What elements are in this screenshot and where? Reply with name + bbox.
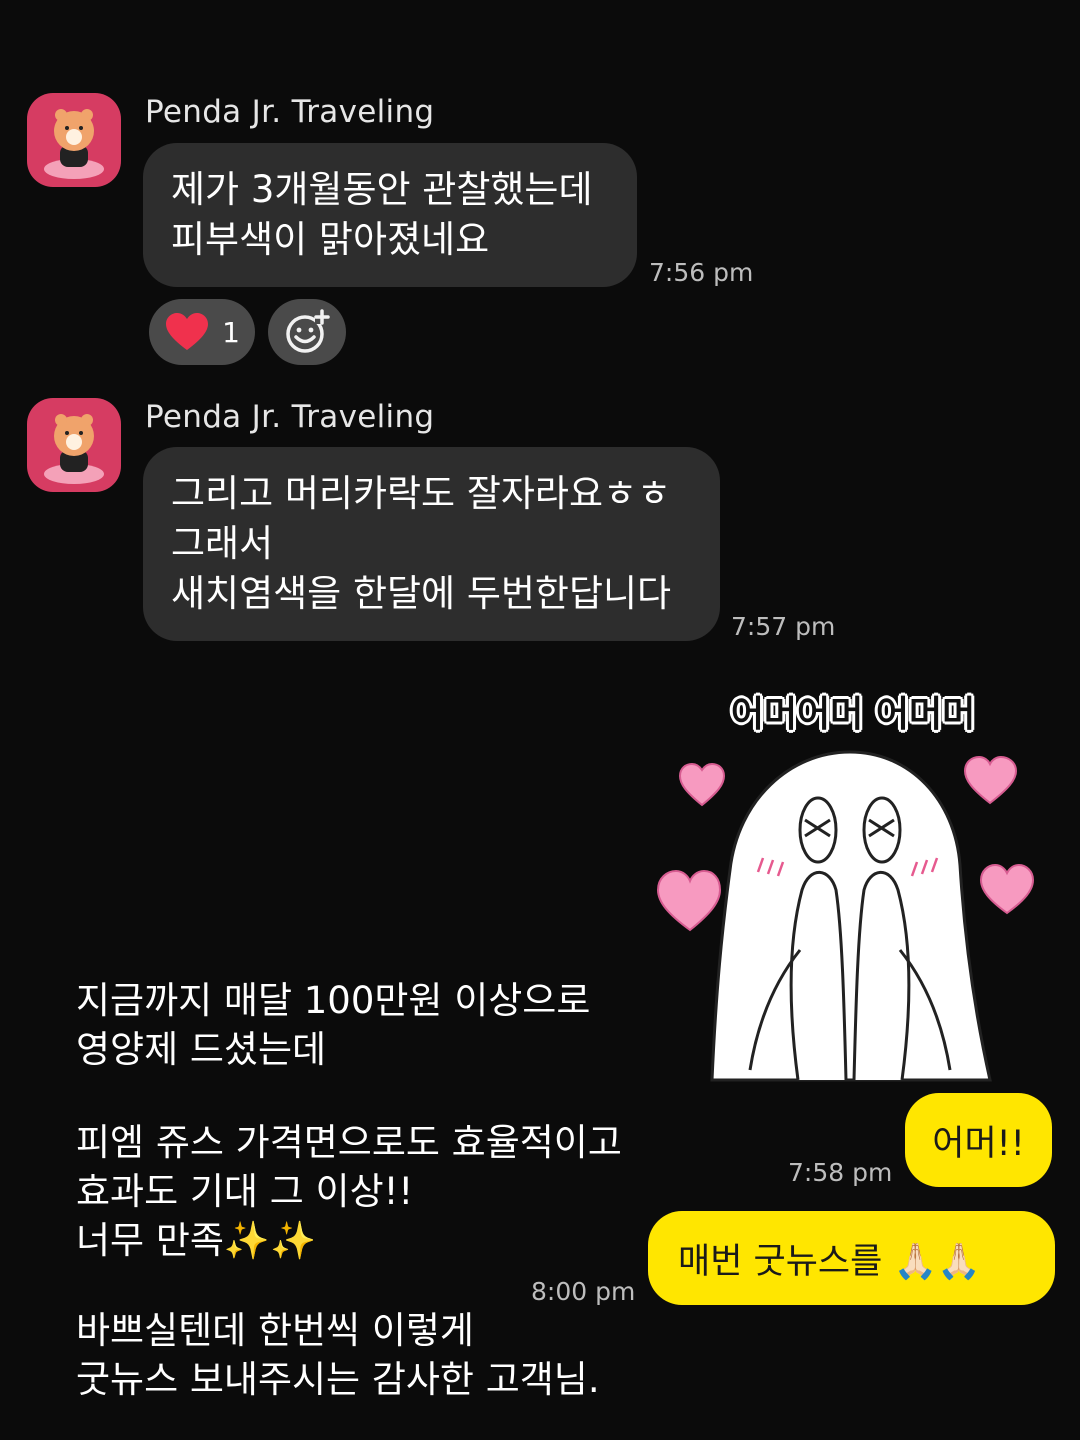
- message-time: 7:58 pm: [788, 1158, 893, 1187]
- reaction-heart-button[interactable]: 1: [149, 299, 255, 365]
- outgoing-message-text: 매번 굿뉴스를 🙏🏻🙏🏻: [678, 1241, 981, 1282]
- message-time: 7:56 pm: [649, 258, 754, 287]
- sticker-caption: 어머어머 어머머: [730, 694, 976, 735]
- message-time: 7:57 pm: [731, 612, 836, 641]
- avatar-character-icon: [44, 109, 104, 179]
- add-reaction-button[interactable]: [268, 299, 346, 365]
- heart-icon: [166, 313, 209, 350]
- sticker-ghost-icon: [656, 750, 1035, 1082]
- outgoing-message-text: 어머!!: [932, 1123, 1025, 1164]
- outgoing-message-bubble[interactable]: 어머!!: [905, 1093, 1052, 1187]
- message-time: 8:00 pm: [531, 1277, 636, 1306]
- sender-name: Penda Jr. Traveling: [145, 94, 435, 130]
- add-emoji-icon: [286, 309, 330, 353]
- overlay-paragraph: 피엠 쥬스 가격면으로도 효율적이고 효과도 기대 그 이상!! 너무 만족✨✨: [76, 1121, 622, 1262]
- outgoing-message-bubble[interactable]: 매번 굿뉴스를 🙏🏻🙏🏻: [648, 1211, 1055, 1305]
- avatar-character-icon: [44, 414, 104, 484]
- sticker-message[interactable]: 어머어머 어머머: [650, 685, 1045, 1085]
- message-bubble[interactable]: 그리고 머리카락도 잘자라요ㅎㅎ 그래서 새치염색을 한달에 두번한답니다: [143, 447, 720, 641]
- sender-name: Penda Jr. Traveling: [145, 399, 435, 435]
- reaction-count: 1: [222, 315, 240, 349]
- sender-avatar[interactable]: [27, 398, 121, 492]
- overlay-paragraph: 지금까지 매달 100만원 이상으로 영양제 드셨는데: [76, 979, 591, 1071]
- sender-avatar[interactable]: [27, 93, 121, 187]
- overlay-paragraph: 바쁘실텐데 한번씩 이렇게 굿뉴스 보내주시는 감사한 고객님.: [76, 1309, 600, 1401]
- message-bubble[interactable]: 제가 3개월동안 관찰했는데 피부색이 맑아졌네요: [143, 143, 637, 287]
